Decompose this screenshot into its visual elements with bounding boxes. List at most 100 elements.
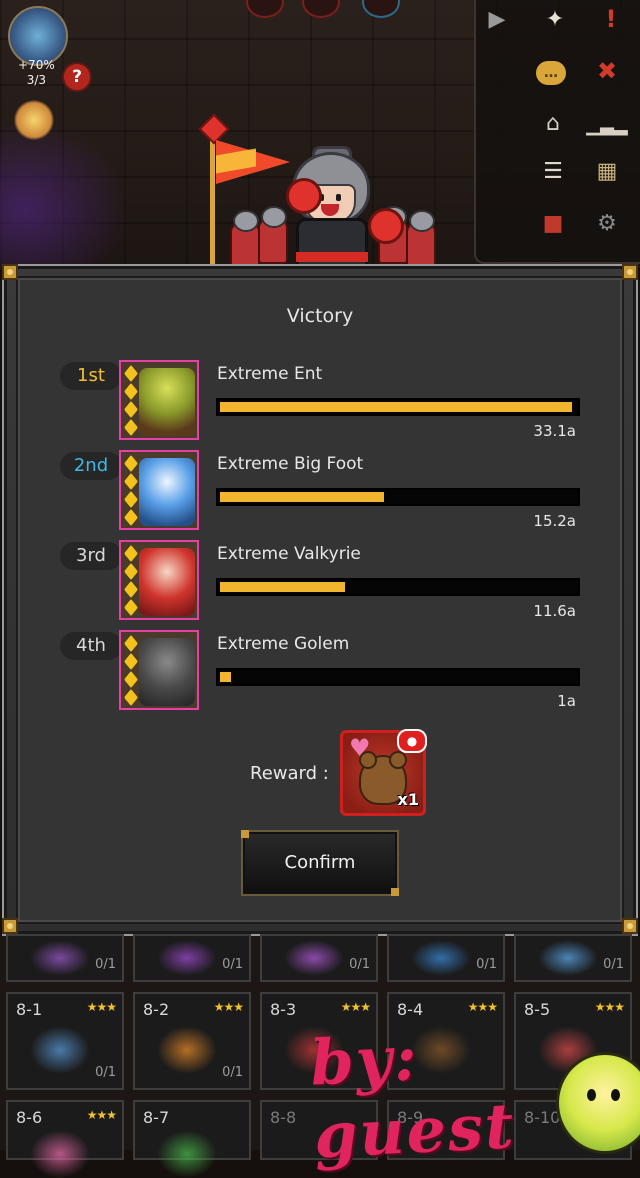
knight-glove-right [368, 208, 404, 244]
frame-corner [2, 264, 18, 280]
stage-label: 8-8 [270, 1108, 297, 1127]
ranking-row: 2nd Extreme Big Foot 15.2a [0, 450, 640, 532]
damage-bar [216, 578, 580, 596]
soldier [230, 210, 260, 268]
book-icon[interactable]: ■ [536, 206, 570, 240]
stage-stars: ★★★ [213, 1000, 244, 1014]
knight-mascot [198, 113, 450, 270]
reward-label: Reward : [250, 763, 329, 784]
stage-clear-count: 0/1 [603, 957, 624, 972]
frame-corner [622, 918, 638, 934]
hero-boost-icon[interactable] [8, 6, 68, 66]
frame-corner [622, 264, 638, 280]
gear-icon[interactable]: ⚙ [590, 206, 624, 240]
stage-label: 8-1 [16, 1000, 43, 1019]
damage-value: 33.1a [533, 422, 576, 440]
damage-value: 15.2a [533, 512, 576, 530]
monster-portrait [119, 540, 199, 620]
knight-belt [296, 252, 368, 262]
reward-item[interactable]: ♥ ● x1 [340, 729, 427, 816]
item-type-badge-icon: ● [397, 729, 427, 753]
confirm-button[interactable]: Confirm [241, 830, 399, 896]
boost-status: +70% 3/3 [18, 58, 55, 88]
damage-bar [216, 398, 580, 416]
monster-portrait [119, 360, 199, 440]
rank-label: 1st [60, 362, 122, 390]
monster-name: Extreme Valkyrie [217, 544, 361, 564]
confirm-label: Confirm [284, 852, 356, 873]
grade-stars [124, 455, 138, 526]
stage-cell-8-6[interactable]: 8-6 ★★★ [6, 1100, 124, 1178]
chat-icon-wrap[interactable]: … [534, 56, 568, 90]
stage-label: 8-6 [16, 1108, 43, 1127]
damage-bar-fill [220, 672, 231, 682]
top-skill-icon-2[interactable] [302, 0, 340, 18]
help-button[interactable]: ? [62, 62, 92, 92]
monster-portrait [119, 630, 199, 710]
bigfoot-portrait-art [139, 458, 195, 526]
ranking-row: 4th Extreme Golem 1a [0, 630, 640, 712]
stage-clear-count: 0/1 [95, 1065, 116, 1080]
rank-label: 4th [60, 632, 122, 660]
side-menu: ▶ ✦ ! … ✖ ⌂ ▁▃▂ ☰ ▦ ■ ⚙ [474, 0, 640, 264]
valkyrie-portrait-art [139, 548, 195, 616]
golem-portrait-art [139, 638, 195, 706]
stage-cell[interactable]: 0/1 [133, 934, 251, 982]
damage-bar [216, 668, 580, 686]
damage-bar [216, 488, 580, 506]
stage-clear-count: 0/1 [476, 957, 497, 972]
dialog-title: Victory [286, 305, 354, 327]
map-icon[interactable]: ▦ [590, 154, 624, 188]
monster-name: Extreme Golem [217, 634, 350, 654]
soldier [406, 210, 436, 268]
stage-cell-8-2[interactable]: 8-2 ★★★ 0/1 [133, 992, 251, 1090]
frame-corner [2, 918, 18, 934]
stage-clear-count: 0/1 [222, 1065, 243, 1080]
stage-label: 8-2 [143, 1000, 170, 1019]
rank-label: 2nd [60, 452, 122, 480]
stage-clear-count: 0/1 [222, 957, 243, 972]
boost-count: 3/3 [26, 73, 47, 87]
knight-body [296, 218, 368, 270]
stage-cell-8-1[interactable]: 8-1 ★★★ 0/1 [6, 992, 124, 1090]
soldier [258, 206, 288, 264]
play-icon[interactable]: ▶ [480, 2, 514, 36]
stage-stars: ★★★ [340, 1000, 371, 1014]
top-skill-icon-1[interactable] [246, 0, 284, 18]
stage-cell-8-7[interactable]: 8-7 [133, 1100, 251, 1178]
stage-cell[interactable]: 0/1 [387, 934, 505, 982]
stage-stars: ★★★ [86, 1000, 117, 1014]
damage-value: 11.6a [533, 602, 576, 620]
stage-label: 8-7 [143, 1108, 170, 1127]
stage-cell[interactable]: 0/1 [6, 934, 124, 982]
stage-stars: ★★★ [86, 1108, 117, 1122]
ranking-icon[interactable]: ▁▃▂ [586, 108, 628, 142]
purple-glow [0, 120, 130, 270]
chat-icon: … [536, 61, 566, 85]
rank-label: 3rd [60, 542, 122, 570]
boost-percent: +70% [18, 58, 55, 72]
reward-quantity: x1 [397, 790, 419, 809]
damage-bar-fill [220, 492, 384, 502]
fairy-icon[interactable] [14, 100, 54, 140]
ranking-row: 3rd Extreme Valkyrie 11.6a [0, 540, 640, 622]
flag-pole [210, 126, 215, 266]
top-skill-icon-3[interactable] [362, 0, 400, 18]
damage-bar-fill [220, 582, 345, 592]
damage-value: 1a [557, 692, 576, 710]
monster-name: Extreme Ent [217, 364, 323, 384]
grade-stars [124, 545, 138, 616]
stage-stars: ★★★ [467, 1000, 498, 1014]
notice-icon[interactable]: ! [594, 2, 628, 36]
angel-icon[interactable]: ✦ [538, 2, 572, 36]
stage-cell[interactable]: 0/1 [260, 934, 378, 982]
stage-label: 8-3 [270, 1000, 297, 1019]
grade-stars [124, 365, 138, 436]
grade-stars [124, 635, 138, 706]
scroll-icon[interactable]: ☰ [536, 154, 570, 188]
ranking-row: 1st Extreme Ent 33.1a [0, 360, 640, 442]
monster-name: Extreme Big Foot [217, 454, 364, 474]
cancel-icon[interactable]: ✖ [590, 54, 624, 88]
stage-cell[interactable]: 0/1 [514, 934, 632, 982]
temple-icon[interactable]: ⌂ [536, 106, 570, 140]
